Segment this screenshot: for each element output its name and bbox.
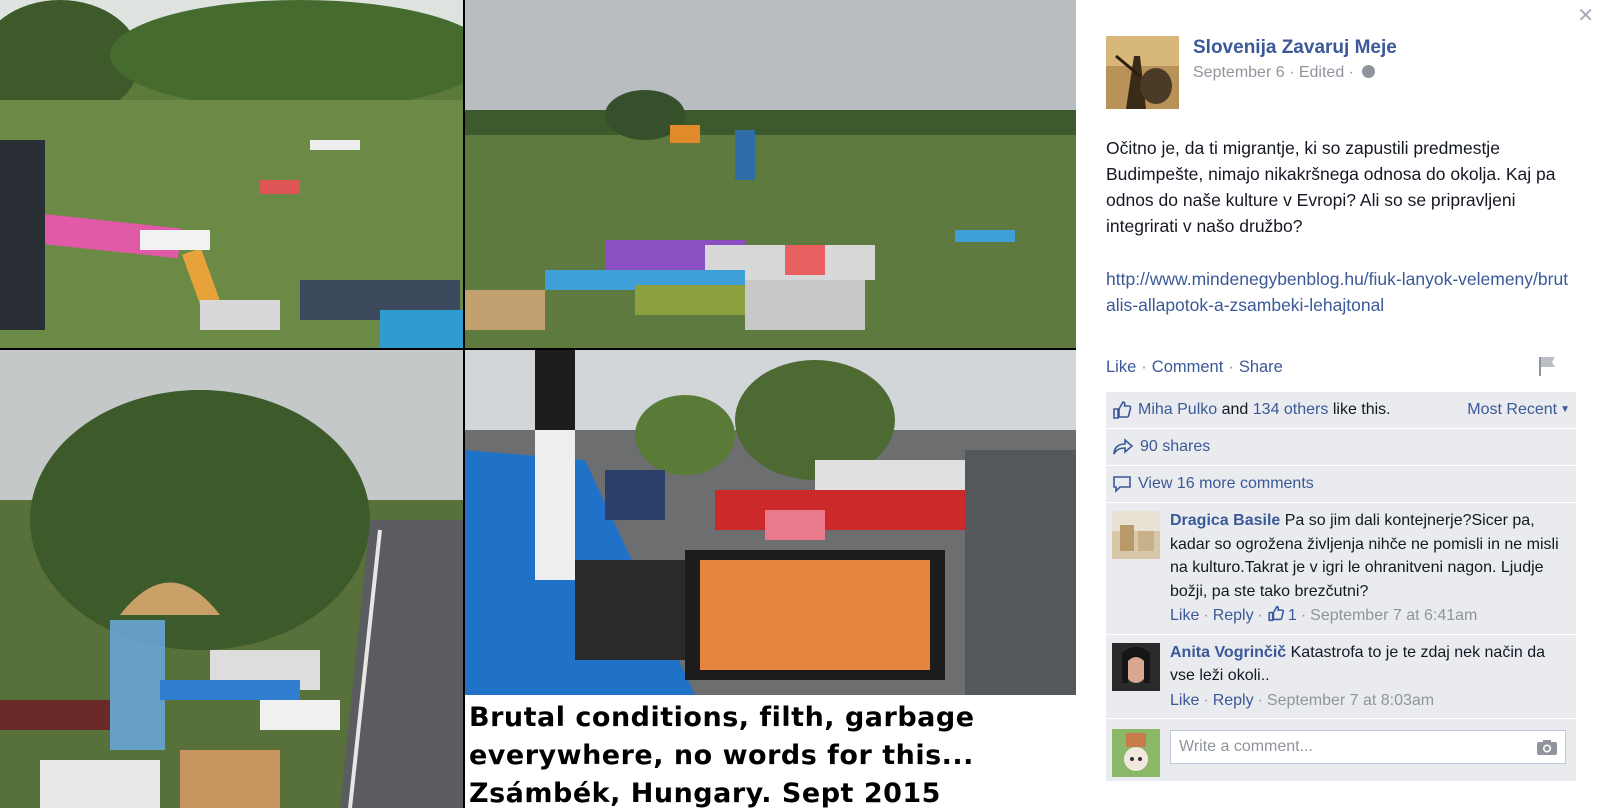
comment-item: Dragica Basile Pa so jim dali kontejnerj…: [1106, 503, 1576, 635]
thumbs-up-icon: [1268, 605, 1285, 622]
comment-input[interactable]: [1170, 730, 1566, 764]
comment-author[interactable]: Anita Vogrinčič: [1170, 644, 1286, 661]
post-photo[interactable]: Brutal conditions, filth, garbage everyw…: [0, 0, 1076, 808]
liker-name[interactable]: Miha Pulko: [1138, 401, 1217, 419]
caption-line-2: everywhere, no words for this...: [469, 740, 974, 771]
view-more-comments[interactable]: View 16 more comments: [1138, 475, 1314, 493]
photo-top-left: [0, 0, 463, 348]
edited-label[interactable]: Edited: [1299, 64, 1344, 81]
like-this-text: like this.: [1332, 401, 1391, 418]
commenter-avatar[interactable]: [1112, 642, 1160, 691]
caption-line-3: Zsámbék, Hungary. Sept 2015: [469, 778, 941, 808]
page-name-link[interactable]: Slovenija Zavaruj Meje: [1193, 37, 1397, 59]
comment-actions: Like · Reply · 1 · September 7 at 6:41am: [1170, 605, 1478, 624]
comment-like-count[interactable]: 1: [1288, 607, 1297, 624]
shares-count[interactable]: 90 shares: [1140, 438, 1210, 456]
others-link[interactable]: 134 others: [1253, 401, 1329, 419]
likes-and: and: [1221, 401, 1249, 418]
page-avatar[interactable]: [1106, 36, 1179, 109]
thumbs-up-icon: [1113, 401, 1132, 419]
comment-time[interactable]: September 7 at 6:41am: [1310, 607, 1477, 624]
sort-label: Most Recent: [1467, 401, 1558, 418]
likes-row: Miha Pulko and 134 others like this. Mos…: [1106, 392, 1576, 429]
view-more-row[interactable]: View 16 more comments: [1106, 466, 1576, 503]
user-avatar: [1112, 729, 1160, 777]
flag-icon[interactable]: [1538, 356, 1556, 376]
write-comment-row: [1106, 719, 1576, 781]
globe-icon: [1362, 65, 1376, 78]
photo-bottom-left: [0, 350, 463, 808]
post-meta: September 6 · Edited ·: [1193, 64, 1376, 82]
camera-icon[interactable]: [1536, 739, 1558, 756]
share-icon: [1113, 438, 1134, 455]
shares-row[interactable]: 90 shares: [1106, 429, 1576, 466]
post-actions: Like · Comment · Share: [1106, 358, 1283, 376]
photo-caption: Brutal conditions, filth, garbage everyw…: [465, 695, 1076, 808]
comment-author[interactable]: Dragica Basile: [1170, 512, 1280, 529]
feedback-section: Miha Pulko and 134 others like this. Mos…: [1106, 392, 1576, 781]
comment-reply-button[interactable]: Reply: [1213, 607, 1254, 624]
comment-item: Anita Vogrinčič Katastrofa to je te zdaj…: [1106, 635, 1576, 719]
comment-actions: Like · Reply · September 7 at 8:03am: [1170, 691, 1435, 709]
post-link[interactable]: http://www.mindenegybenblog.hu/fiuk-lany…: [1106, 266, 1576, 318]
share-button[interactable]: Share: [1239, 358, 1283, 376]
comment-like-button[interactable]: Like: [1170, 607, 1199, 624]
post-text: Očitno je, da ti migrantje, ki so zapust…: [1106, 138, 1556, 236]
caret-down-icon: ▼: [1560, 404, 1570, 415]
comment-time[interactable]: September 7 at 8:03am: [1267, 692, 1434, 709]
comment-bubble-icon: [1113, 476, 1131, 493]
close-icon[interactable]: ✕: [1577, 6, 1594, 26]
photo-top-right: [465, 0, 1076, 348]
like-button[interactable]: Like: [1106, 358, 1136, 376]
comment-like-button[interactable]: Like: [1170, 692, 1199, 709]
photo-bottom-right: [465, 350, 1076, 695]
commenter-avatar[interactable]: [1112, 511, 1160, 559]
caption-line-1: Brutal conditions, filth, garbage: [469, 702, 975, 733]
post-side-panel: ✕ Slovenija Zavaruj Meje September 6 · E…: [1076, 0, 1600, 808]
comment-reply-button[interactable]: Reply: [1213, 692, 1254, 709]
comment-button[interactable]: Comment: [1152, 358, 1224, 376]
post-date[interactable]: September 6: [1193, 64, 1285, 81]
sort-dropdown[interactable]: Most Recent ▼: [1467, 401, 1570, 419]
